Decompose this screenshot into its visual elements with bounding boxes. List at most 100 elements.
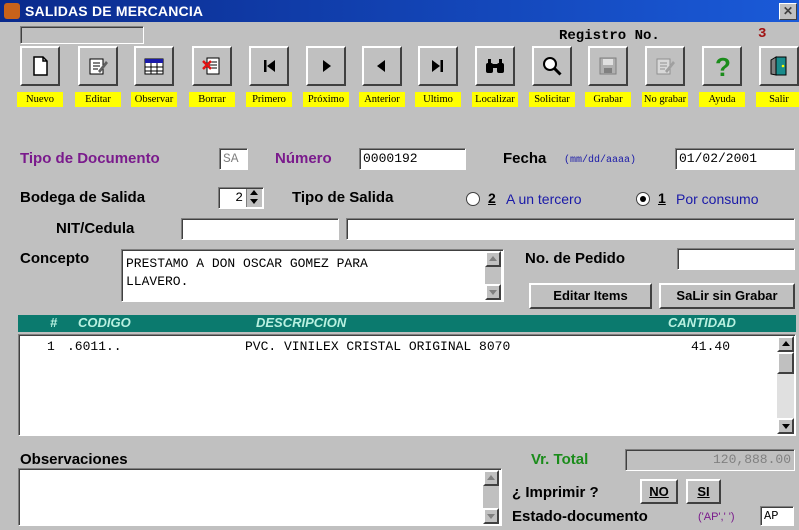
scroll-down-button[interactable] bbox=[485, 284, 501, 300]
svg-text:?: ? bbox=[715, 54, 731, 78]
col-cantidad-header: CANTIDAD bbox=[668, 315, 736, 330]
observaciones-textarea[interactable] bbox=[18, 468, 502, 526]
row-descripcion: PVC. VINILEX CRISTAL ORIGINAL 8070 bbox=[245, 339, 511, 354]
toolbar-label[interactable]: Ayuda bbox=[699, 92, 745, 107]
toolbar-label[interactable]: Ultimo bbox=[415, 92, 461, 107]
concepto-textarea[interactable]: PRESTAMO A DON OSCAR GOMEZ PARA LLAVERO. bbox=[121, 249, 504, 302]
toolbar-button-localizar[interactable] bbox=[475, 46, 515, 86]
imprimir-no-button[interactable]: NO bbox=[640, 479, 678, 504]
scroll-up-button[interactable] bbox=[485, 251, 501, 267]
col-number-header: # bbox=[50, 315, 58, 330]
status-box bbox=[20, 26, 144, 44]
fecha-format-hint: (mm/dd/aaaa) bbox=[564, 155, 637, 166]
toolbar-button-grabar[interactable] bbox=[588, 46, 628, 86]
imprimir-no-label: NO bbox=[649, 484, 669, 499]
concepto-label: Concepto bbox=[20, 250, 90, 267]
numero-field[interactable]: 0000192 bbox=[359, 148, 466, 170]
bodega-label: Bodega de Salida bbox=[20, 189, 146, 206]
radio-tercero[interactable]: 2 A un tercero bbox=[466, 190, 616, 208]
bodega-value: 2 bbox=[235, 190, 243, 205]
fecha-field[interactable]: 01/02/2001 bbox=[675, 148, 795, 170]
toolbar-button-pr-ximo[interactable] bbox=[306, 46, 346, 86]
toolbar-button-nuevo[interactable] bbox=[20, 46, 60, 86]
toolbar-button-solicitar[interactable] bbox=[532, 46, 572, 86]
radio-tercero-num: 2 bbox=[488, 190, 496, 206]
concepto-line-1: PRESTAMO A DON OSCAR GOMEZ PARA bbox=[126, 256, 368, 271]
radio-consumo-num: 1 bbox=[658, 190, 666, 206]
radio-consumo[interactable]: 1 Por consumo bbox=[636, 190, 796, 208]
toolbar-button-no-grabar[interactable] bbox=[645, 46, 685, 86]
radio-consumo-circle[interactable] bbox=[636, 192, 650, 206]
window-title: SALIDAS DE MERCANCIA bbox=[25, 3, 204, 19]
estado-field[interactable]: AP bbox=[760, 506, 794, 526]
registro-label: Registro No. bbox=[559, 28, 660, 44]
imprimir-si-button[interactable]: SI bbox=[686, 479, 721, 504]
vr-total-field: 120,888.00 bbox=[625, 449, 795, 471]
fecha-label: Fecha bbox=[503, 150, 547, 167]
concepto-line-2: LLAVERO. bbox=[126, 274, 189, 289]
nit-name-field[interactable] bbox=[346, 218, 795, 240]
nit-label: NIT/Cedula bbox=[56, 220, 135, 237]
observaciones-scrollbar[interactable] bbox=[483, 470, 499, 524]
toolbar-label[interactable]: Observar bbox=[131, 92, 177, 107]
toolbar-label[interactable]: Borrar bbox=[189, 92, 235, 107]
radio-consumo-text: Por consumo bbox=[676, 191, 759, 207]
toolbar-label[interactable]: Salir bbox=[756, 92, 799, 107]
registro-value: 3 bbox=[758, 26, 767, 42]
tipo-documento-field[interactable]: SA bbox=[219, 148, 248, 170]
toolbar-label[interactable]: Nuevo bbox=[17, 92, 63, 107]
estado-label: Estado-documento bbox=[512, 508, 648, 525]
observaciones-label: Observaciones bbox=[20, 451, 128, 468]
toolbar-label[interactable]: Solicitar bbox=[529, 92, 575, 107]
editar-items-button[interactable]: Editar Items bbox=[529, 283, 652, 309]
col-codigo-header: CODIGO bbox=[78, 315, 131, 330]
salir-sin-grabar-button[interactable]: SaLir sin Grabar bbox=[659, 283, 795, 309]
row-codigo: .6011.. bbox=[67, 339, 122, 354]
toolbar-label[interactable]: Editar bbox=[75, 92, 121, 107]
toolbar-label[interactable]: Grabar bbox=[585, 92, 631, 107]
concepto-scrollbar[interactable] bbox=[485, 251, 501, 300]
title-bar: SALIDAS DE MERCANCIA ✕ bbox=[0, 0, 799, 22]
grid-scroll-thumb[interactable] bbox=[777, 352, 794, 374]
toolbar-button-salir[interactable] bbox=[759, 46, 799, 86]
toolbar-label[interactable]: Anterior bbox=[359, 92, 405, 107]
toolbar-label[interactable]: Próximo bbox=[303, 92, 349, 107]
toolbar-label[interactable]: No grabar bbox=[642, 92, 688, 107]
app-fox-icon bbox=[4, 3, 20, 19]
imprimir-label: ¿ Imprimir ? bbox=[512, 484, 599, 501]
vr-total-label: Vr. Total bbox=[531, 451, 589, 468]
pedido-label: No. de Pedido bbox=[525, 250, 626, 267]
radio-tercero-text: A un tercero bbox=[506, 191, 582, 207]
close-button[interactable]: ✕ bbox=[779, 3, 797, 20]
toolbar-button-editar[interactable] bbox=[78, 46, 118, 86]
radio-tercero-circle[interactable] bbox=[466, 192, 480, 206]
bodega-spinner[interactable]: 2 bbox=[218, 187, 264, 209]
nit-field[interactable] bbox=[181, 218, 339, 240]
pedido-field[interactable] bbox=[677, 248, 795, 270]
toolbar-button-borrar[interactable] bbox=[192, 46, 232, 86]
obs-scroll-up-button[interactable] bbox=[483, 470, 499, 486]
grid-scroll-down-button[interactable] bbox=[777, 418, 794, 434]
toolbar-button-ultimo[interactable] bbox=[418, 46, 458, 86]
imprimir-si-label: SI bbox=[697, 484, 710, 499]
table-row[interactable]: 1 .6011.. PVC. VINILEX CRISTAL ORIGINAL … bbox=[19, 339, 777, 357]
numero-label: Número bbox=[275, 150, 332, 167]
estado-hint: ('AP',' ') bbox=[698, 511, 735, 523]
row-cantidad: 41.40 bbox=[691, 339, 731, 354]
grid-scrollbar[interactable] bbox=[777, 336, 794, 434]
items-grid[interactable]: 1 .6011.. PVC. VINILEX CRISTAL ORIGINAL … bbox=[18, 334, 796, 436]
toolbar-button-ayuda[interactable]: ? bbox=[702, 46, 742, 86]
tipo-documento-label: Tipo de Documento bbox=[20, 150, 160, 167]
obs-scroll-down-button[interactable] bbox=[483, 508, 499, 524]
toolbar-label[interactable]: Localizar bbox=[472, 92, 518, 107]
tipo-salida-label: Tipo de Salida bbox=[292, 189, 394, 206]
toolbar-button-primero[interactable] bbox=[249, 46, 289, 86]
row-number: 1 bbox=[47, 339, 55, 354]
grid-header: # CODIGO DESCRIPCION CANTIDAD bbox=[18, 315, 796, 332]
toolbar-button-observar[interactable] bbox=[134, 46, 174, 86]
toolbar-label[interactable]: Primero bbox=[246, 92, 292, 107]
toolbar-button-anterior[interactable] bbox=[362, 46, 402, 86]
col-descripcion-header: DESCRIPCION bbox=[256, 315, 347, 330]
grid-scroll-up-button[interactable] bbox=[777, 336, 794, 352]
spinner-arrows-icon[interactable] bbox=[246, 189, 262, 207]
